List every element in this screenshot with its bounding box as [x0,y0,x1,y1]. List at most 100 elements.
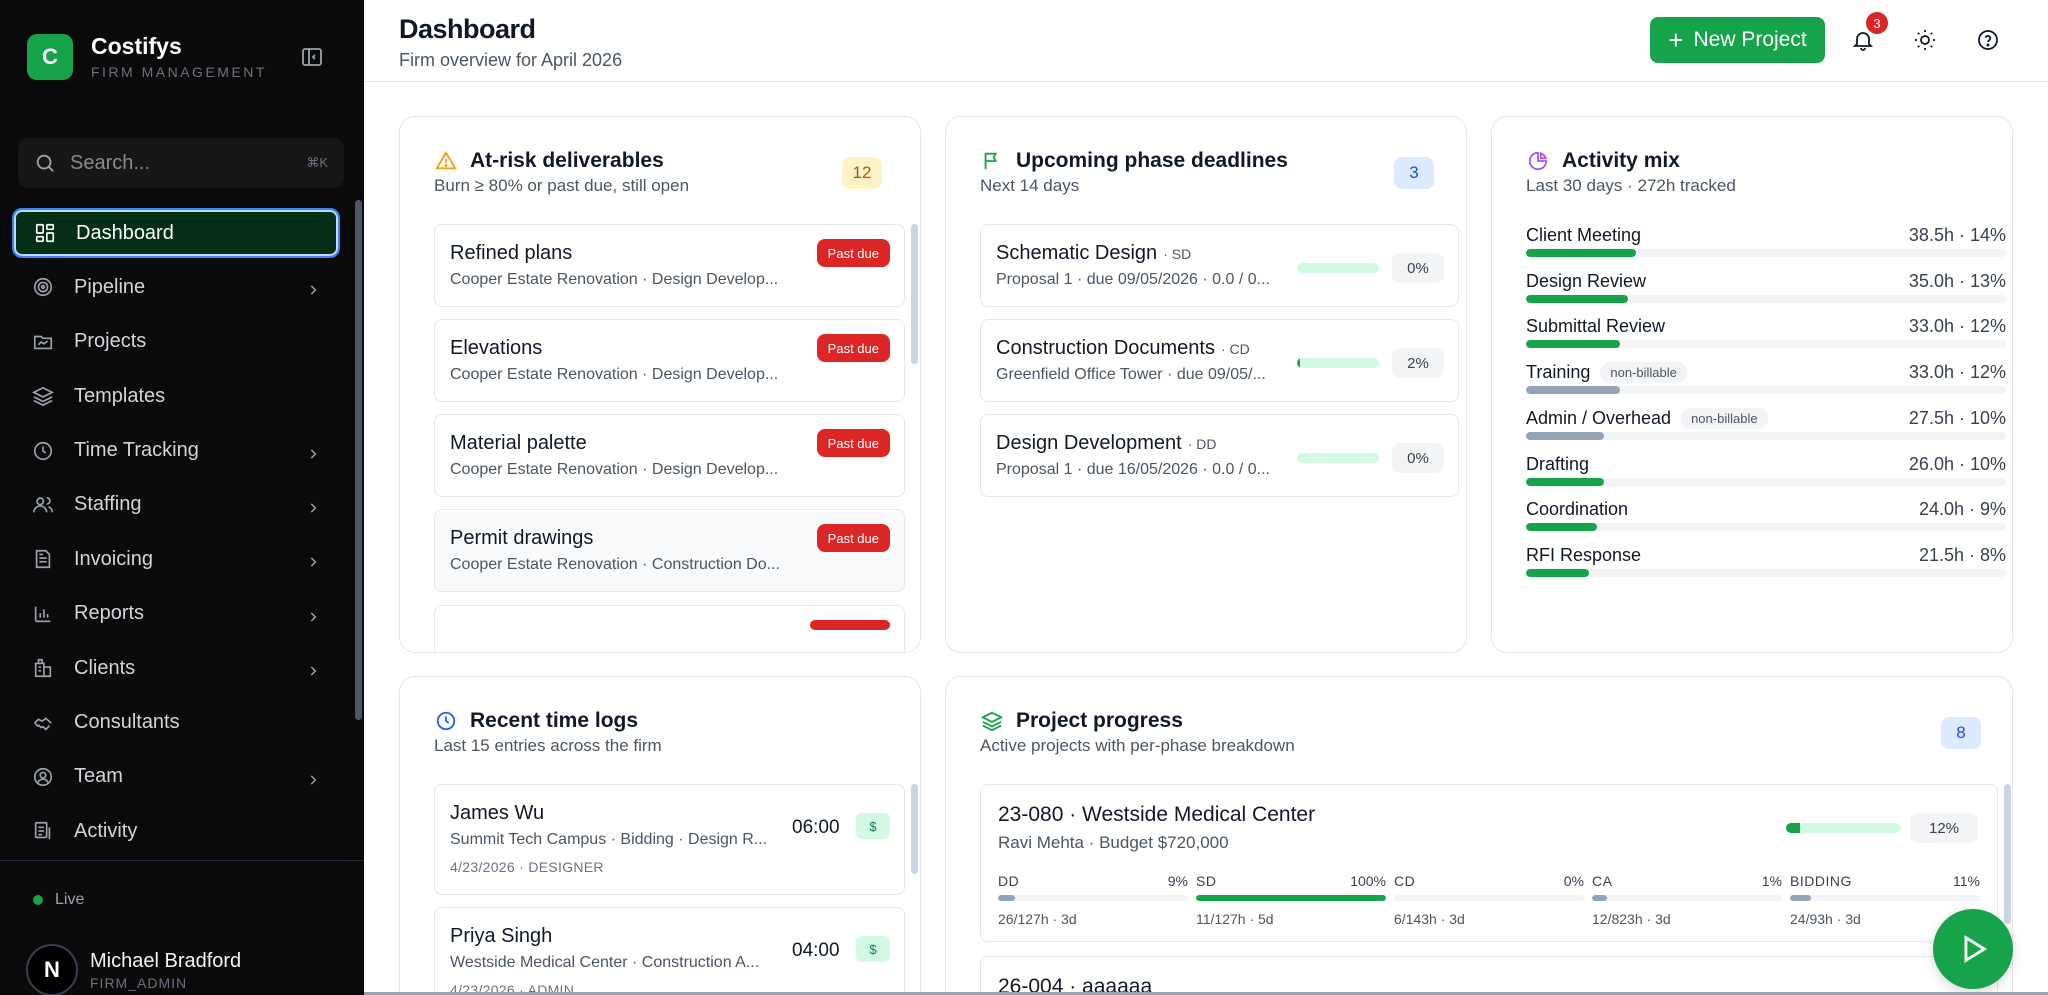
activity-name: Drafting [1526,453,1590,474]
log-duration: 06:00 [792,817,840,838]
search-icon [36,154,54,172]
activity-bar [1526,523,2006,532]
project-progress-subtitle: Active projects with per-phase breakdown [980,736,1295,755]
activity-value: 21.5h · 8% [1918,544,2006,565]
phase-deadline-item[interactable]: Design Development · DD Proposal 1 · due 1… [980,414,1459,497]
sidebar-item-label: Consultants [74,711,180,734]
bar-chart-icon [32,603,54,625]
sidebar-item-team[interactable]: Team [12,752,340,802]
sidebar-item-pipeline[interactable]: Pipeline [12,262,340,312]
time-logs-card: Recent time logs Last 15 entries across … [399,676,921,995]
deliverable-item[interactable]: Refined plans Cooper Estate Renovation · … [434,224,905,307]
activity-row: Client Meeting 38.5h · 14% [1526,225,2006,271]
sidebar-item-templates[interactable]: Templates [12,371,340,421]
activity-row: Submittal Review 33.0h · 12% [1526,316,2006,362]
log-project: Westside Medical Center · Construction A… [450,954,760,971]
phase-name: BIDDING [1790,873,1852,889]
brand[interactable]: C Costifys FIRM MANAGEMENT [27,33,267,80]
sidebar-item-clients[interactable]: Clients [12,643,340,693]
phase-subtitle: Proposal 1 · due 16/05/2026 · 0.0 / 0... [996,461,1270,478]
sidebar-item-staffing[interactable]: Staffing [12,480,340,530]
project-subtitle: Ravi Mehta · Budget $720,000 [998,833,1229,852]
at-risk-scrollbar[interactable] [911,224,918,364]
phase-subtitle: Greenfield Office Tower · due 09/05/... [996,366,1266,383]
phase-subtitle: Proposal 1 · due 09/05/2026 · 0.0 / 0... [996,271,1270,288]
time-logs-scrollbar[interactable] [911,784,918,874]
dashboard-icon [34,222,56,244]
user-profile[interactable]: N Michael Bradford FIRM_ADMIN [26,944,241,995]
sidebar-item-label: Templates [74,384,166,407]
phase-percent: 0% [1563,873,1584,889]
sidebar-item-label: Projects [74,330,147,353]
non-billable-badge: non-billable [1681,407,1768,429]
chevron-right-icon [306,280,320,295]
activity-value: 27.5h · 10% [1908,407,2006,428]
activity-icon [32,820,54,842]
activity-value: 38.5h · 14% [1908,225,2006,245]
chevron-right-icon [306,552,320,567]
sidebar-scrollbar[interactable] [355,200,362,720]
phase-percent: 2% [1392,348,1444,378]
deliverable-item[interactable]: Material palette Cooper Estate Renovation… [434,414,905,497]
phase-name: DD [998,873,1020,889]
project-progress-card: Project progress Active projects with pe… [945,676,2013,995]
list-item[interactable] [434,605,905,652]
sun-icon[interactable] [1911,26,1939,54]
sidebar-item-consultants[interactable]: Consultants [12,698,340,748]
billable-badge: $ [856,936,890,962]
search-input[interactable]: Search... ⌘K [18,138,344,188]
project-progress-bar [1786,823,1900,833]
project-row[interactable]: 23-080 · Westside Medical Center Ravi Me… [980,784,1998,942]
handshake-icon [32,712,54,734]
deadlines-title: Upcoming phase deadlines [1016,149,1288,172]
deliverable-item[interactable]: Permit drawings Cooper Estate Renovation … [434,509,905,592]
sidebar-item-label: Team [74,765,123,788]
phase-deadline-item[interactable]: Schematic Design · SD Proposal 1 · due 09/… [980,224,1459,307]
log-project: Summit Tech Campus · Bidding · Design R.… [450,831,768,848]
start-timer-button[interactable] [1933,909,2013,989]
log-duration: 04:00 [792,940,840,961]
log-meta: 4/23/2026 · DESIGNER [450,859,604,875]
time-logs-title: Recent time logs [470,709,639,732]
sidebar-item-dashboard[interactable]: Dashboard [12,208,340,258]
activity-value: 24.0h · 9% [1918,499,2006,520]
clock-icon [32,440,54,462]
time-log-item[interactable]: James Wu Summit Tech Campus · Bidding · D… [434,784,905,895]
non-billable-badge: non-billable [1600,362,1687,384]
brand-name: Costifys [91,33,182,59]
deliverable-subtitle: Cooper Estate Renovation · Construction … [450,556,780,573]
activity-bar [1526,340,2006,349]
help-icon[interactable] [1974,26,2002,54]
sidebar-item-time-tracking[interactable]: Time Tracking [12,426,340,476]
live-status: Live [33,891,84,909]
sidebar-collapse-icon[interactable] [300,45,324,69]
sidebar-item-invoicing[interactable]: Invoicing [12,534,340,584]
phase-meta: 6/143h · 3d [1394,911,1465,927]
deliverable-title: Material palette [450,432,587,454]
sidebar-nav: Dashboard Pipeline Projects Templates Time T… [12,208,340,861]
deliverable-item[interactable]: Elevations Cooper Estate Renovation · Des… [434,319,905,402]
activity-name: RFI Response [1526,544,1642,565]
project-progress-scrollbar[interactable] [2004,784,2011,924]
deliverable-subtitle: Cooper Estate Renovation · Design Develo… [450,366,779,383]
project-row[interactable]: 26-004 · aaaaaa [980,956,1998,995]
phase-deadline-item[interactable]: Construction Documents · CD Greenfield Off… [980,319,1459,402]
sidebar-item-reports[interactable]: Reports [12,589,340,639]
time-log-item[interactable]: Priya Singh Westside Medical Center · Con… [434,907,905,995]
deliverable-title: Permit drawings [450,527,594,549]
users-icon [32,494,54,516]
phase-name: Construction Documents [996,337,1215,359]
phase-percent: 0% [1392,253,1444,283]
sidebar-item-label: Invoicing [74,547,153,570]
sidebar-item-activity[interactable]: Activity [12,806,340,856]
brand-subtitle: FIRM MANAGEMENT [91,64,267,80]
new-project-button[interactable]: + New Project [1650,17,1825,63]
status-badge: Past due [816,239,890,267]
status-badge: Past due [816,429,890,457]
folder-icon [32,331,54,353]
sidebar-item-projects[interactable]: Projects [12,317,340,367]
chevron-right-icon [306,661,320,676]
phase-code: · DD [1187,436,1217,452]
page-header: Dashboard Firm overview for April 2026 +… [364,0,2048,82]
deliverable-subtitle: Cooper Estate Renovation · Design Develo… [450,461,779,478]
